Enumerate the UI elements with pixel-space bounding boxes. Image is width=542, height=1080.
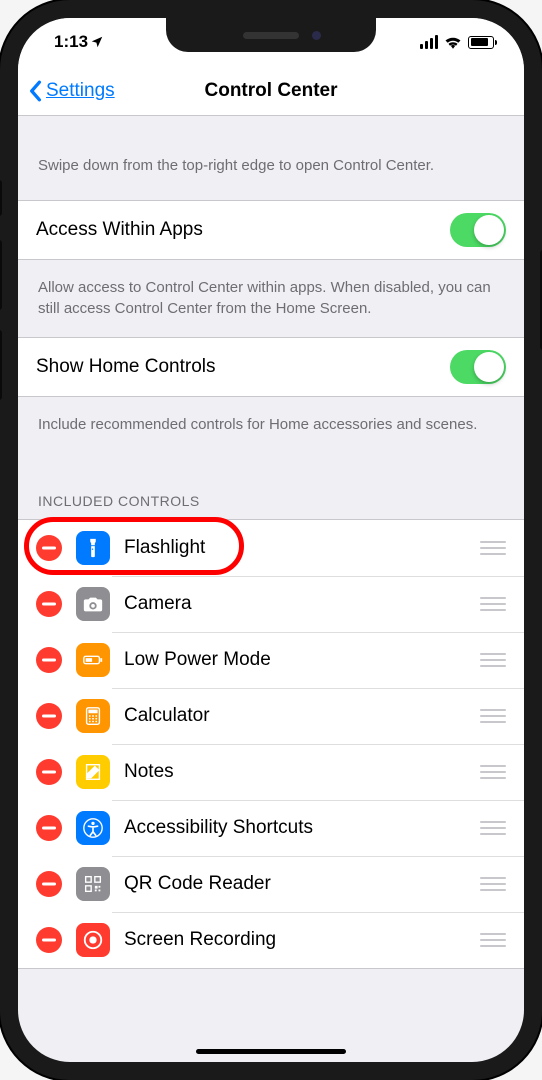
list-item[interactable]: Calculator: [18, 688, 524, 744]
record-icon: [76, 923, 110, 957]
flashlight-icon: [76, 531, 110, 565]
content[interactable]: Swipe down from the top-right edge to op…: [18, 116, 524, 969]
item-label: QR Code Reader: [124, 873, 480, 895]
description-home: Include recommended controls for Home ac…: [18, 397, 524, 453]
list-item[interactable]: Low Power Mode: [18, 632, 524, 688]
reorder-handle[interactable]: [480, 763, 506, 781]
notch: [166, 18, 376, 52]
reorder-handle[interactable]: [480, 651, 506, 669]
description-access: Allow access to Control Center within ap…: [18, 260, 524, 337]
item-label: Notes: [124, 761, 480, 783]
remove-button[interactable]: [36, 815, 62, 841]
item-label: Low Power Mode: [124, 649, 480, 671]
notes-icon: [76, 755, 110, 789]
battery-icon: [76, 643, 110, 677]
wifi-icon: [444, 35, 462, 49]
nav-bar: Settings Control Center: [18, 66, 524, 116]
remove-button[interactable]: [36, 871, 62, 897]
item-label: Camera: [124, 593, 480, 615]
accessibility-icon: [76, 811, 110, 845]
list-item[interactable]: QR Code Reader: [18, 856, 524, 912]
toggle-switch[interactable]: [450, 213, 506, 247]
home-indicator[interactable]: [196, 1049, 346, 1054]
remove-button[interactable]: [36, 647, 62, 673]
item-label: Calculator: [124, 705, 480, 727]
reorder-handle[interactable]: [480, 819, 506, 837]
item-label: Accessibility Shortcuts: [124, 817, 480, 839]
remove-button[interactable]: [36, 703, 62, 729]
list-item[interactable]: Notes: [18, 744, 524, 800]
item-label: Screen Recording: [124, 929, 480, 951]
calculator-icon: [76, 699, 110, 733]
list-item[interactable]: Camera: [18, 576, 524, 632]
battery-icon: [468, 36, 494, 49]
device-frame: 1:13 Settings Control Center Swipe down …: [0, 0, 542, 1080]
toggle-row-access[interactable]: Access Within Apps: [18, 201, 524, 259]
reorder-handle[interactable]: [480, 931, 506, 949]
reorder-handle[interactable]: [480, 875, 506, 893]
toggle-label: Show Home Controls: [36, 356, 450, 378]
cellular-icon: [420, 35, 438, 49]
section-header: INCLUDED CONTROLS: [18, 453, 524, 519]
camera-icon: [76, 587, 110, 621]
description-intro: Swipe down from the top-right edge to op…: [18, 116, 524, 200]
reorder-handle[interactable]: [480, 539, 506, 557]
reorder-handle[interactable]: [480, 595, 506, 613]
remove-button[interactable]: [36, 927, 62, 953]
toggle-label: Access Within Apps: [36, 219, 450, 241]
qrcode-icon: [76, 867, 110, 901]
included-controls-list: Flashlight Camera Low Power Mode Calculator…: [18, 519, 524, 969]
remove-button[interactable]: [36, 535, 62, 561]
screen: 1:13 Settings Control Center Swipe down …: [18, 18, 524, 1062]
toggle-switch[interactable]: [450, 350, 506, 384]
reorder-handle[interactable]: [480, 707, 506, 725]
chevron-left-icon: [28, 80, 42, 102]
item-label: Flashlight: [124, 537, 480, 559]
location-icon: [90, 35, 104, 49]
list-item[interactable]: Accessibility Shortcuts: [18, 800, 524, 856]
remove-button[interactable]: [36, 591, 62, 617]
back-label: Settings: [46, 80, 115, 102]
remove-button[interactable]: [36, 759, 62, 785]
list-item[interactable]: Flashlight: [18, 520, 524, 576]
status-time: 1:13: [54, 32, 88, 52]
back-button[interactable]: Settings: [28, 80, 115, 102]
list-item[interactable]: Screen Recording: [18, 912, 524, 968]
toggle-row-home[interactable]: Show Home Controls: [18, 338, 524, 396]
